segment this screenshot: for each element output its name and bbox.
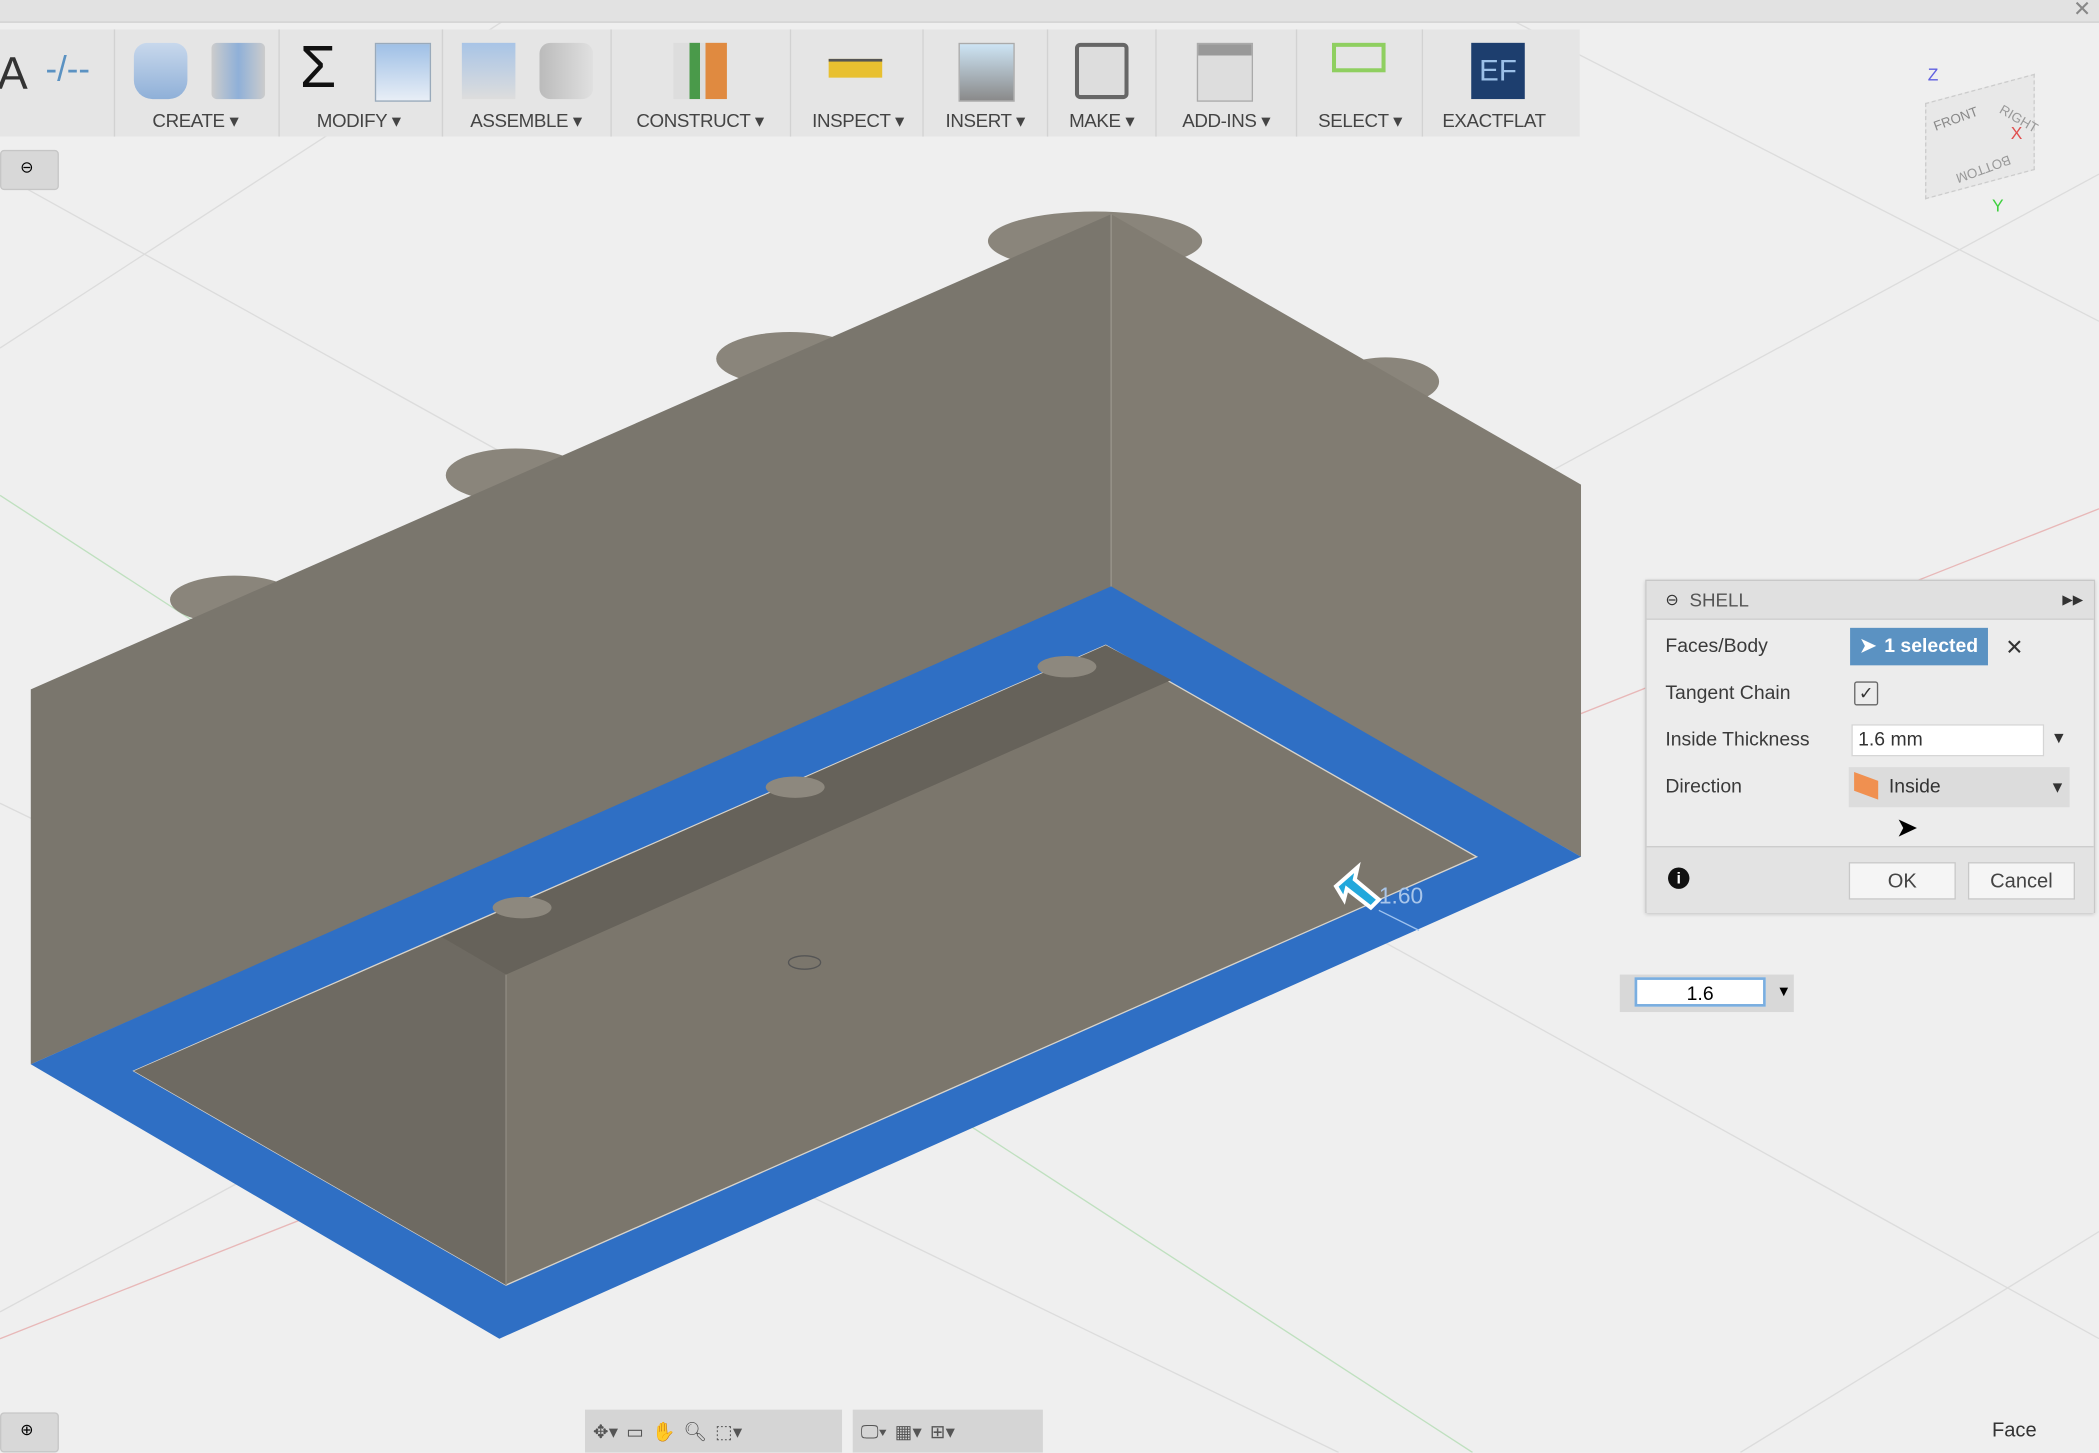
cursor-icon: ➤ (1859, 635, 1877, 658)
viewports-icon[interactable]: ⊞▾ (930, 1420, 955, 1443)
direction-select[interactable]: Inside ▼ (1848, 767, 2070, 808)
toolbar-group-create[interactable]: CREATE ▾ (113, 29, 280, 137)
thickness-dropdown-icon[interactable]: ▼ (2051, 728, 2067, 747)
inline-thickness-input[interactable]: 1.6 (1634, 977, 1766, 1007)
dimension-label: 1.60 (1378, 883, 1424, 909)
addins-menu-label[interactable]: ADD-INS ▾ (1182, 110, 1270, 133)
construct-menu-label[interactable]: CONSTRUCT ▾ (636, 110, 764, 133)
dialog-title: SHELL (1689, 589, 1749, 611)
chevron-down-icon: ▼ (2049, 777, 2066, 797)
dialog-header[interactable]: ⊖ SHELL ▶▶ (1646, 580, 2094, 620)
select-menu-label[interactable]: SELECT ▾ (1318, 110, 1402, 133)
toolbar-group-addins[interactable]: ADD-INS ▾ (1157, 29, 1298, 137)
close-icon[interactable]: ✕ (2073, 0, 2091, 23)
navigation-toolbar: ✥▾ ▭ ✋ 🔍︎ ⬚▾ (585, 1409, 843, 1453)
brick-body[interactable] (30, 211, 1582, 1339)
zoom-icon[interactable]: 🔍︎ (683, 1420, 707, 1443)
modify-menu-label[interactable]: MODIFY ▾ (317, 110, 401, 133)
revolve-icon (211, 42, 266, 100)
fit-icon[interactable]: ⬚▾ (715, 1420, 742, 1443)
extrude-icon (133, 42, 188, 100)
expand-icon[interactable]: ▶▶ (2062, 592, 2083, 607)
insert-menu-label[interactable]: INSERT ▾ (946, 110, 1026, 133)
toolbar-group-make[interactable]: MAKE ▾ (1048, 29, 1157, 137)
collapse-icon: ⊖ (20, 157, 34, 177)
joint-icon (539, 42, 594, 100)
measure-icon (828, 58, 883, 78)
direction-value: Inside (1888, 776, 1941, 798)
comments-toggle[interactable]: ⊕ (0, 1412, 59, 1453)
pan-icon[interactable]: ✋ (652, 1420, 675, 1443)
look-at-icon[interactable]: ▭ (626, 1420, 644, 1443)
clear-selection-icon[interactable]: ✕ (2005, 635, 2023, 662)
viewport[interactable]: 1.60 ✕ A -/-- CREATE ▾ Σ MODIFY ▾ ASSEMB… (0, 0, 2099, 1453)
exactflat-icon: EF (1471, 42, 1525, 100)
info-icon[interactable]: i (1668, 867, 1690, 889)
tangent-chain-checkbox[interactable]: ✓ (1854, 681, 1879, 706)
exactflat-label[interactable]: EXACTFLAT (1442, 110, 1546, 131)
offset-plane-icon (673, 42, 727, 100)
shell-dialog: ⊖ SHELL ▶▶ Faces/Body ➤ 1 selected ✕ Tang… (1645, 579, 2096, 913)
toolbar-group-inspect[interactable]: INSPECT ▾ (791, 29, 924, 137)
faces-selection-value: 1 selected (1884, 635, 1979, 658)
toolbar-group-assemble[interactable]: ASSEMBLE ▾ (443, 29, 612, 137)
grid-settings-icon[interactable]: ▦▾ (895, 1420, 922, 1443)
ok-button[interactable]: OK (1848, 862, 1956, 900)
display-toolbar: 🖵︎▾ ▦▾ ⊞▾ (852, 1409, 1043, 1453)
tangent-chain-label: Tangent Chain (1665, 682, 1791, 705)
text-tool-icon[interactable]: A (0, 48, 28, 100)
toolbar-group-insert[interactable]: INSERT ▾ (924, 29, 1049, 137)
axis-z-label: Z (1927, 64, 1939, 85)
faces-body-label: Faces/Body (1665, 635, 1768, 658)
inline-dropdown-icon[interactable]: ▼ (1776, 984, 1791, 1000)
toolbar-group-construct[interactable]: CONSTRUCT ▾ (612, 29, 792, 137)
mouse-cursor-icon: ➤ (1895, 813, 1919, 844)
orbit-icon[interactable]: ✥▾ (593, 1420, 618, 1443)
toolbar-group-exactflat[interactable]: EF EXACTFLAT (1423, 29, 1580, 136)
inside-thickness-input[interactable]: 1.6 mm (1851, 724, 2045, 757)
browser-toggle[interactable]: ⊖ (0, 149, 59, 191)
selection-type-status: Face (1991, 1419, 2037, 1442)
inside-direction-icon (1854, 772, 1879, 800)
insert-image-icon (958, 42, 1015, 102)
assemble-menu-label[interactable]: ASSEMBLE ▾ (470, 110, 582, 133)
create-menu-label[interactable]: CREATE ▾ (152, 110, 238, 133)
faces-selection-button[interactable]: ➤ 1 selected (1850, 627, 1988, 666)
toolbar-group-select[interactable]: SELECT ▾ (1297, 29, 1424, 137)
sketch-line-icon[interactable]: -/-- (46, 48, 90, 89)
scripts-icon (1196, 42, 1254, 102)
axis-y-label: Y (1991, 195, 2004, 216)
select-icon (1332, 42, 1386, 73)
3d-print-icon (1074, 42, 1129, 100)
cancel-button[interactable]: Cancel (1967, 862, 2075, 900)
collapse-icon[interactable]: ⊖ (1665, 590, 1678, 609)
inside-thickness-label: Inside Thickness (1665, 729, 1810, 752)
expand-icon: ⊕ (20, 1420, 34, 1440)
toolbar-group-modify[interactable]: Σ MODIFY ▾ (278, 29, 444, 137)
press-pull-icon (374, 42, 432, 102)
make-menu-label[interactable]: MAKE ▾ (1069, 110, 1135, 133)
title-bar: ✕ (0, 0, 2099, 23)
display-settings-icon[interactable]: 🖵︎▾ (861, 1420, 887, 1443)
toolbar: A -/-- CREATE ▾ Σ MODIFY ▾ ASSEMBLE ▾ CO… (0, 29, 1580, 137)
inspect-menu-label[interactable]: INSPECT ▾ (812, 110, 904, 133)
new-component-icon (461, 42, 516, 100)
viewcube[interactable]: Z X Y FRONT RIGHT BOTTOM (1914, 64, 2061, 218)
direction-label: Direction (1665, 776, 1742, 798)
inline-value-box: 1.6 ▼ (1619, 974, 1794, 1013)
sigma-icon: Σ (299, 34, 337, 101)
